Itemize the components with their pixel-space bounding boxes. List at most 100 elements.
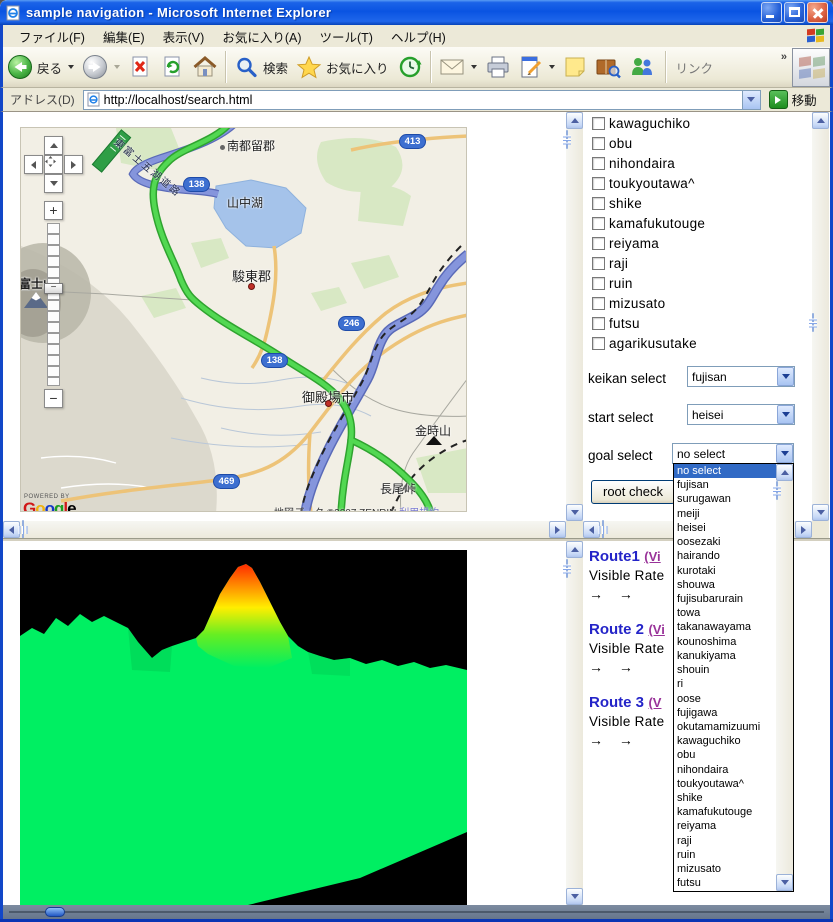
- menu-item[interactable]: お気に入り(A): [214, 25, 309, 48]
- checkbox[interactable]: [592, 177, 605, 190]
- combo-arrow-icon[interactable]: [777, 405, 794, 424]
- menu-item[interactable]: ツール(T): [311, 25, 380, 48]
- address-dropdown-button[interactable]: [742, 91, 760, 109]
- scroll-up-button[interactable]: [776, 464, 793, 481]
- scroll-down-button[interactable]: [776, 874, 793, 891]
- dropdown-option[interactable]: fujigawa: [674, 706, 776, 720]
- pan-center-button[interactable]: [44, 155, 63, 174]
- menu-item[interactable]: 編集(E): [95, 25, 153, 48]
- pan-down-button[interactable]: [44, 174, 63, 193]
- slider-thumb[interactable]: [45, 907, 65, 917]
- dropdown-option[interactable]: nihondaira: [674, 763, 776, 777]
- mail-button[interactable]: [435, 54, 481, 80]
- scroll-down-button[interactable]: [566, 888, 583, 905]
- map-frame-vscrollbar[interactable]: [566, 112, 583, 521]
- checkbox[interactable]: [592, 237, 605, 250]
- dropdown-option[interactable]: oosezaki: [674, 535, 776, 549]
- dropdown-option[interactable]: heisei: [674, 521, 776, 535]
- home-button[interactable]: [188, 52, 222, 82]
- scroll-left-button[interactable]: [3, 521, 20, 538]
- dropdown-option[interactable]: fujisubarurain: [674, 592, 776, 606]
- dropdown-option[interactable]: towa: [674, 606, 776, 620]
- discuss-button[interactable]: [591, 53, 625, 81]
- zoom-slider[interactable]: [47, 223, 60, 386]
- print-button[interactable]: [481, 53, 515, 81]
- map-canvas[interactable]: 南都留郡 山中湖 駿東郡 御殿場市 金時山 長尾峠 富士山 東富士五湖道路 41…: [20, 127, 467, 512]
- dropdown-option[interactable]: kounoshima: [674, 635, 776, 649]
- notes-button[interactable]: [559, 53, 591, 81]
- edit-button[interactable]: [515, 53, 559, 81]
- zoom-in-button[interactable]: +: [44, 201, 63, 220]
- history-button[interactable]: [393, 52, 427, 82]
- pan-up-button[interactable]: [44, 136, 63, 155]
- dropdown-option[interactable]: kanukiyama: [674, 649, 776, 663]
- zoom-out-button[interactable]: −: [44, 389, 63, 408]
- start-select[interactable]: heisei: [687, 404, 795, 425]
- scroll-thumb[interactable]: [22, 520, 24, 539]
- favorites-button[interactable]: お気に入り: [292, 53, 393, 82]
- checkbox[interactable]: [592, 337, 605, 350]
- scroll-down-button[interactable]: [566, 504, 583, 521]
- scroll-down-button[interactable]: [812, 504, 829, 521]
- checkbox[interactable]: [592, 277, 605, 290]
- stop-button[interactable]: [124, 52, 156, 82]
- search-button[interactable]: 検索: [230, 53, 292, 82]
- dropdown-scrollbar[interactable]: [776, 464, 793, 891]
- refresh-button[interactable]: [156, 52, 188, 82]
- route-link[interactable]: (Vi: [644, 549, 660, 564]
- dropdown-option[interactable]: toukyoutawa^: [674, 777, 776, 791]
- root-check-button[interactable]: root check: [591, 480, 675, 504]
- dropdown-option[interactable]: shike: [674, 791, 776, 805]
- terms-link[interactable]: 利用規約: [399, 508, 439, 512]
- checkbox[interactable]: [592, 117, 605, 130]
- dropdown-option[interactable]: ruin: [674, 848, 776, 862]
- scroll-up-button[interactable]: [566, 541, 583, 558]
- menu-item[interactable]: ファイル(F): [11, 25, 93, 48]
- dropdown-option[interactable]: shouwa: [674, 578, 776, 592]
- map-frame-hscrollbar[interactable]: [3, 521, 566, 538]
- combo-arrow-icon[interactable]: [777, 367, 794, 386]
- links-label[interactable]: リンク: [676, 58, 714, 77]
- checkbox[interactable]: [592, 317, 605, 330]
- scroll-right-button[interactable]: [549, 521, 566, 538]
- forward-button[interactable]: [78, 52, 124, 82]
- dropdown-option[interactable]: reiyama: [674, 819, 776, 833]
- menu-item[interactable]: ヘルプ(H): [383, 25, 454, 48]
- slider-track[interactable]: [9, 911, 824, 913]
- toolbar-overflow-chevron[interactable]: »: [781, 51, 787, 63]
- goal-select[interactable]: no select: [672, 443, 794, 464]
- dropdown-option[interactable]: kurotaki: [674, 564, 776, 578]
- checkbox[interactable]: [592, 157, 605, 170]
- route-link[interactable]: (V: [648, 695, 661, 710]
- dropdown-option[interactable]: ri: [674, 677, 776, 691]
- dropdown-option[interactable]: futsu: [674, 876, 776, 890]
- terrain-frame-vscrollbar[interactable]: [566, 541, 583, 905]
- scroll-up-button[interactable]: [812, 112, 829, 129]
- dropdown-option[interactable]: okutamamizuumi: [674, 720, 776, 734]
- scroll-thumb[interactable]: [602, 520, 604, 539]
- dropdown-option[interactable]: meiji: [674, 507, 776, 521]
- checkbox[interactable]: [592, 257, 605, 270]
- checkbox[interactable]: [592, 217, 605, 230]
- checkbox[interactable]: [592, 297, 605, 310]
- scroll-thumb[interactable]: [812, 313, 814, 332]
- menu-item[interactable]: 表示(V): [155, 25, 213, 48]
- title-bar[interactable]: sample navigation - Microsoft Internet E…: [0, 0, 833, 25]
- dropdown-option[interactable]: raji: [674, 834, 776, 848]
- minimize-button[interactable]: [761, 2, 782, 23]
- dropdown-option[interactable]: shouin: [674, 663, 776, 677]
- go-button[interactable]: 移動: [769, 90, 817, 109]
- messenger-button[interactable]: [625, 53, 659, 81]
- dropdown-option[interactable]: obu: [674, 748, 776, 762]
- back-button[interactable]: 戻る: [3, 52, 78, 82]
- checkbox[interactable]: [592, 137, 605, 150]
- scroll-thumb[interactable]: [566, 130, 568, 149]
- dropdown-option[interactable]: mizusato: [674, 862, 776, 876]
- combo-arrow-icon[interactable]: [776, 444, 793, 463]
- close-button[interactable]: [807, 2, 828, 23]
- scroll-thumb[interactable]: [566, 559, 568, 578]
- route-link[interactable]: (Vi: [648, 622, 664, 637]
- pan-right-button[interactable]: [64, 155, 83, 174]
- dropdown-option[interactable]: hairando: [674, 549, 776, 563]
- address-input[interactable]: http://localhost/search.html: [83, 90, 761, 110]
